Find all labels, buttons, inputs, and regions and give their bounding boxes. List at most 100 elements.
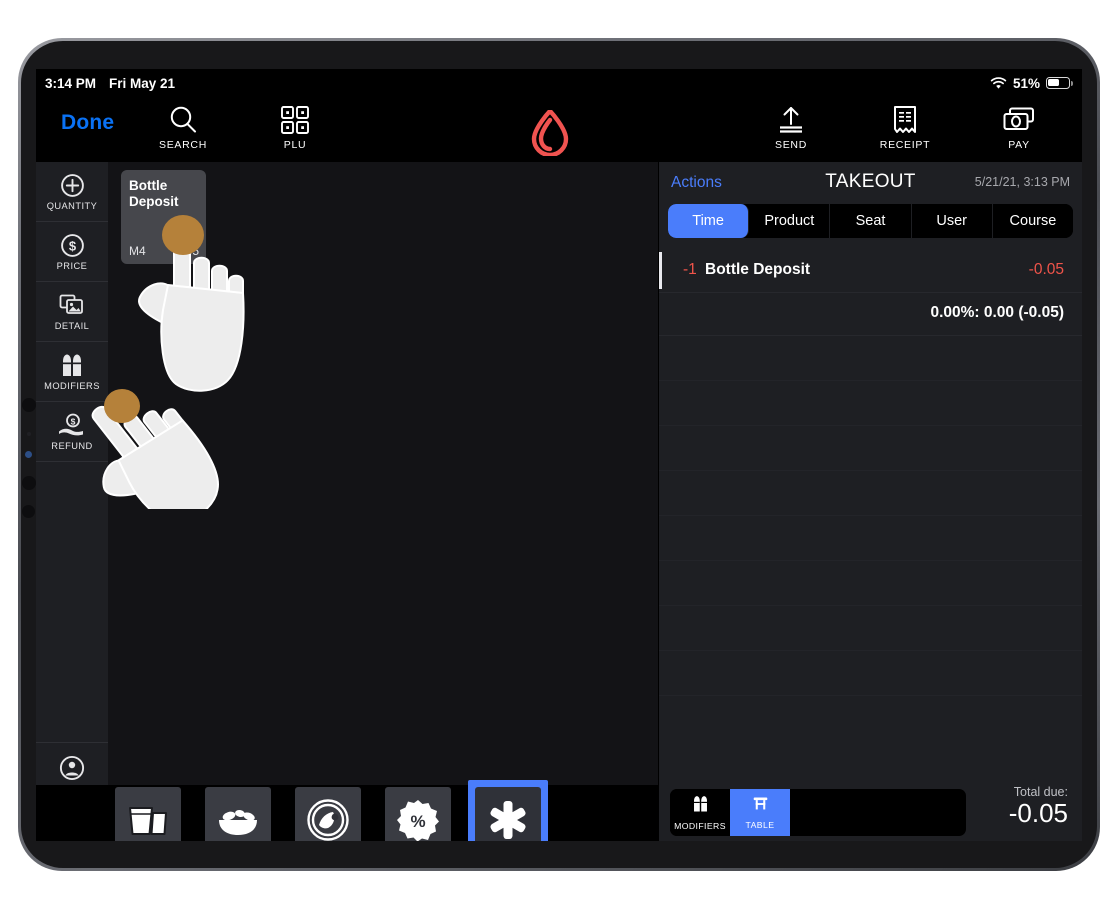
category-bar: Drinks Starters <box>36 780 659 841</box>
footer-modifiers-button[interactable]: MODIFIERS <box>670 789 730 836</box>
order-line-qty: -1 <box>683 261 697 278</box>
order-empty-row <box>659 426 1082 471</box>
plus-circle-icon <box>60 172 85 198</box>
footer-button-label: MODIFIERS <box>674 820 726 831</box>
grid-squares-icon <box>280 103 310 136</box>
main-body: QUANTITY $ PRICE DETAIL MODIFIERS $ REFU… <box>36 162 1082 841</box>
tab-time[interactable]: Time <box>668 204 750 238</box>
rail-item-modifiers[interactable]: MODIFIERS <box>36 342 108 402</box>
rail-item-refund[interactable]: $ REFUND <box>36 402 108 462</box>
order-empty-row <box>659 516 1082 561</box>
order-line-item[interactable]: -1 Bottle Deposit -0.05 <box>659 248 1082 293</box>
plu-button[interactable]: PLU <box>252 103 338 159</box>
order-timestamp: 5/21/21, 3:13 PM <box>974 175 1070 189</box>
tab-product[interactable]: Product <box>749 204 831 238</box>
order-empty-row <box>659 336 1082 381</box>
asterisk-badge-icon <box>475 787 541 841</box>
category-mains[interactable]: Mains <box>288 780 368 841</box>
wifi-icon <box>990 76 1007 90</box>
order-sort-segmented-control: Time Product Seat User Course <box>668 204 1073 238</box>
category-starters[interactable]: Starters <box>198 780 278 841</box>
rail-item-quantity[interactable]: QUANTITY <box>36 162 108 222</box>
order-lines-list: -1 Bottle Deposit -0.05 0.00%: 0.00 (-0.… <box>659 248 1082 797</box>
category-discounts[interactable]: % Discounts <box>378 780 458 841</box>
rail-item-detail[interactable]: DETAIL <box>36 282 108 342</box>
percent-badge-icon: % <box>385 787 451 841</box>
magnifier-icon <box>167 103 199 136</box>
battery-percent-label: 51% <box>1012 75 1040 91</box>
dollar-circle-icon: $ <box>60 232 85 258</box>
footer-button-label: TABLE <box>745 820 775 830</box>
category-miscellaneous[interactable]: Miscellaneous <box>468 780 548 841</box>
product-tile-price: 0.05 <box>175 244 199 258</box>
order-empty-row <box>659 381 1082 426</box>
status-time: 3:14 PM <box>45 75 97 91</box>
person-circle-icon <box>59 755 85 781</box>
top-toolbar: Done SEARCH PLU SEND RECEIPT PAY <box>36 97 1082 162</box>
hand-coin-icon: $ <box>57 412 87 438</box>
receipt-button[interactable]: RECEIPT <box>862 103 948 159</box>
salt-pepper-shakers-icon <box>691 795 710 818</box>
rail-item-price[interactable]: $ PRICE <box>36 222 108 282</box>
bezel-hardware-dot <box>22 505 35 518</box>
order-empty-row <box>659 606 1082 651</box>
tab-seat[interactable]: Seat <box>830 204 912 238</box>
svg-text:%: % <box>410 812 425 831</box>
order-tax-text: 0.00%: 0.00 (-0.05) <box>930 304 1064 321</box>
status-date: Fri May 21 <box>109 75 176 91</box>
product-grid: Bottle Deposit M4 0.05 <box>108 162 659 785</box>
send-button-label: SEND <box>775 139 807 151</box>
line-selection-marker <box>659 252 662 289</box>
glass-drinks-icon <box>115 787 181 841</box>
rail-item-label: REFUND <box>51 441 93 451</box>
tab-course[interactable]: Course <box>992 204 1073 238</box>
done-button[interactable]: Done <box>61 111 114 135</box>
search-button-label: SEARCH <box>159 139 207 151</box>
rail-item-label: PRICE <box>56 261 88 271</box>
rail-item-label: DETAIL <box>54 321 90 331</box>
cash-bills-icon <box>1002 103 1036 136</box>
order-header: Actions TAKEOUT 5/21/21, 3:13 PM <box>659 162 1082 204</box>
bezel-hardware-dot <box>27 432 31 436</box>
action-rail: QUANTITY $ PRICE DETAIL MODIFIERS $ REFU… <box>36 162 108 841</box>
upload-arrow-icon <box>776 103 806 136</box>
rail-empty-space <box>36 462 108 743</box>
plu-button-label: PLU <box>283 139 307 151</box>
order-footer-buttons: MODIFIERS TABLE <box>670 789 966 836</box>
table-chair-icon <box>752 795 769 817</box>
order-empty-row <box>659 651 1082 696</box>
product-tile-bottle-deposit[interactable]: Bottle Deposit M4 0.05 <box>121 170 206 264</box>
tab-user[interactable]: User <box>911 204 993 238</box>
order-line-amount: -0.05 <box>1028 261 1064 278</box>
pay-button-label: PAY <box>1008 139 1030 151</box>
category-drinks[interactable]: Drinks <box>108 780 188 841</box>
order-line-name: Bottle Deposit <box>705 261 811 278</box>
total-due-label: Total due: <box>1013 785 1068 799</box>
search-button[interactable]: SEARCH <box>140 103 226 159</box>
order-footer: MODIFIERS TABLE Total due: -0.05 <box>659 785 1082 841</box>
bezel-hardware-dot <box>22 476 36 490</box>
receipt-icon <box>891 103 919 136</box>
pay-button[interactable]: PAY <box>976 103 1062 159</box>
footer-table-button[interactable]: TABLE <box>730 789 790 836</box>
lightspeed-flame-logo <box>520 109 580 157</box>
rail-item-label: QUANTITY <box>46 201 98 211</box>
product-tile-plu: M4 <box>129 244 146 258</box>
total-due-block: Total due: -0.05 <box>1009 785 1068 829</box>
photo-stack-icon <box>59 292 85 318</box>
bezel-indicator-led <box>25 451 32 458</box>
order-empty-row <box>659 561 1082 606</box>
salad-bowl-icon <box>205 787 271 841</box>
order-panel: Actions TAKEOUT 5/21/21, 3:13 PM Time Pr… <box>659 162 1082 841</box>
salt-pepper-shakers-icon <box>59 352 85 378</box>
svg-text:$: $ <box>68 238 76 253</box>
battery-icon <box>1046 77 1073 89</box>
total-due-value: -0.05 <box>1008 798 1068 828</box>
product-tile-name: Bottle Deposit <box>129 178 179 209</box>
send-button[interactable]: SEND <box>748 103 834 159</box>
bezel-hardware-dot <box>22 398 36 412</box>
order-empty-row <box>659 471 1082 516</box>
plate-meal-icon <box>295 787 361 841</box>
screenshot-root: 3:14 PM Fri May 21 51% Done SEARCH PLU S… <box>0 0 1118 917</box>
receipt-button-label: RECEIPT <box>879 139 931 151</box>
